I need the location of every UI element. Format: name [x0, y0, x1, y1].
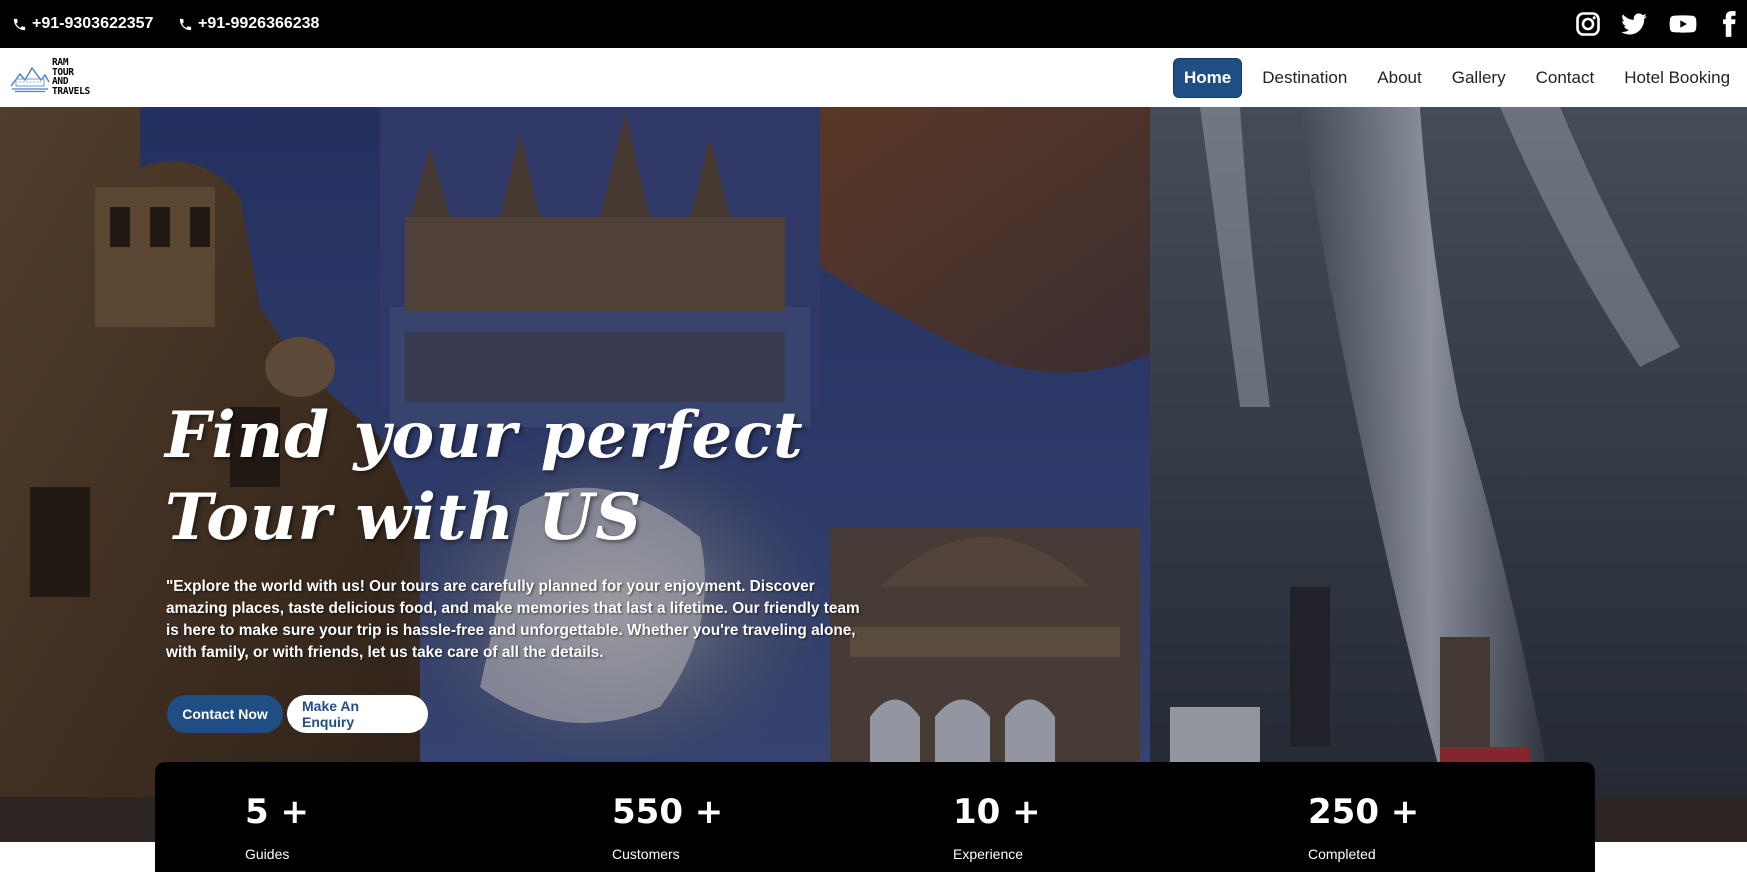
instagram-icon[interactable] — [1572, 9, 1604, 39]
nav-item-about[interactable]: About — [1367, 59, 1431, 97]
make-enquiry-button[interactable]: Make An Enquiry — [287, 695, 428, 733]
stat-completed: 250 + Completed — [1308, 792, 1419, 862]
nav-item-contact[interactable]: Contact — [1526, 59, 1605, 97]
stats-panel: 5 + Guides 550 + Customers 10 + Experien… — [155, 762, 1595, 872]
nav-item-destination[interactable]: Destination — [1252, 59, 1357, 97]
twitter-icon[interactable] — [1618, 9, 1650, 39]
logo-mountain-icon — [10, 66, 50, 93]
headline-line-1: Find your perfect — [165, 398, 804, 473]
stat-label: Customers — [612, 846, 680, 862]
hero-headline: Find your perfect Tour with US — [165, 395, 865, 559]
brand-logo[interactable]: RAM TOUR AND TRAVELS — [10, 58, 90, 96]
logo-line: TRAVELS — [52, 85, 90, 97]
stat-experience: 10 + Experience — [953, 792, 1041, 862]
stat-label: Completed — [1308, 846, 1376, 862]
stat-guides: 5 + Guides — [245, 792, 309, 862]
stat-value: 10 + — [953, 792, 1041, 832]
stat-value: 5 + — [245, 792, 309, 832]
nav-item-hotel-booking[interactable]: Hotel Booking — [1614, 59, 1740, 97]
phone-number-2: +91-9926366238 — [198, 15, 320, 32]
nav-menu: Home Destination About Gallery Contact H… — [1173, 58, 1740, 98]
nav-item-gallery[interactable]: Gallery — [1442, 59, 1516, 97]
youtube-icon[interactable] — [1667, 9, 1699, 39]
stat-value: 550 + — [612, 792, 724, 832]
stat-label: Guides — [245, 846, 290, 862]
phone-icon — [179, 18, 192, 30]
stat-customers: 550 + Customers — [612, 792, 723, 862]
main-navbar: RAM TOUR AND TRAVELS Home Destination Ab… — [0, 48, 1747, 107]
hero-section: Find your perfect Tour with US "Explore … — [0, 107, 1747, 842]
top-contact-bar: +91-9303622357 +91-9926366238 — [0, 0, 1747, 48]
phone-number-1: +91-9303622357 — [32, 15, 154, 32]
nav-item-home[interactable]: Home — [1173, 58, 1243, 98]
contact-now-button[interactable]: Contact Now — [167, 695, 283, 733]
logo-text: RAM TOUR AND TRAVELS — [52, 58, 90, 96]
phone-link-1[interactable]: +91-9303622357 — [12, 15, 153, 33]
headline-line-2: Tour with US — [165, 480, 643, 555]
hero-description: "Explore the world with us! Our tours ar… — [166, 578, 860, 661]
stat-value: 250 + — [1308, 792, 1420, 832]
phone-link-2[interactable]: +91-9926366238 — [178, 15, 319, 33]
stat-label: Experience — [953, 846, 1024, 862]
facebook-icon[interactable] — [1713, 9, 1745, 39]
phone-icon — [13, 18, 26, 30]
